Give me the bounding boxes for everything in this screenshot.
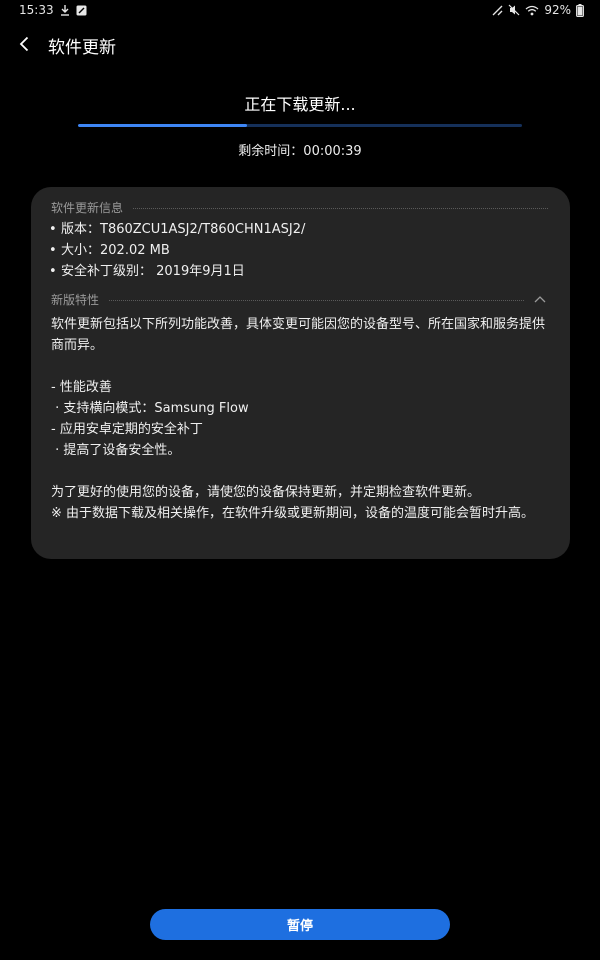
features-line: 为了更好的使用您的设备，请使您的设备保持更新，并定期检查软件更新。 [51,485,481,500]
nfc-icon [492,5,503,16]
remaining-time: 剩余时间：00:00:39 [238,144,362,159]
info-section-title: 软件更新信息 [51,200,124,215]
battery-icon [576,3,584,17]
back-arrow-icon [19,36,29,56]
features-section-title: 新版特性 [51,292,100,307]
notification-icon [76,5,87,16]
list-item-size: • 大小：202.02 MB [49,243,170,258]
features-line: ※ 由于数据下载及相关操作，在软件升级或更新期间，设备的温度可能会暂时升高。 [51,506,535,521]
download-progress-fill [78,124,247,127]
battery-percent: 92% [544,3,571,17]
list-item-version: • 版本：T860ZCU1ASJ2/T860CHN1ASJ2/ [49,222,306,237]
app-header: 软件更新 [0,28,600,64]
size-text: 大小：202.02 MB [61,243,170,258]
status-bar: 15:33 92% [0,0,600,22]
status-bar-right: 92% [492,3,584,17]
download-icon [60,4,70,16]
features-line: · 提高了设备安全性。 [51,443,181,458]
mute-icon [508,4,520,16]
section-divider [109,299,524,301]
pause-button[interactable]: 暂停 [150,909,450,940]
features-line: - 应用安卓定期的安全补丁 [51,422,203,437]
status-time: 15:33 [19,3,54,17]
status-bar-left: 15:33 [19,3,87,17]
download-progress-bar [78,124,522,127]
wifi-icon [525,5,539,16]
update-info-list: • 版本：T860ZCU1ASJ2/T860CHN1ASJ2/ • 大小：202.0… [49,219,305,282]
security-patch-text: 安全补丁级别： 2019年9月1日 [61,264,245,279]
download-status-text: 正在下载更新... [244,95,356,114]
features-description: 软件更新包括以下所列功能改善，具体变更可能因您的设备型号、所在国家和服务提供商而… [51,314,556,524]
features-line: 软件更新包括以下所列功能改善，具体变更可能因您的设备型号、所在国家和服务提供商而… [51,317,546,353]
page-title: 软件更新 [48,38,116,58]
features-line: - 性能改善 [51,380,112,395]
chevron-up-icon[interactable] [532,292,548,306]
features-line: · 支持横向模式：Samsung Flow [51,401,249,416]
version-text: 版本：T860ZCU1ASJ2/T860CHN1ASJ2/ [61,222,306,237]
software-update-screen: 15:33 92% 软件更新 正在下载更新... 剩余时间：00:00:39 软… [0,0,600,960]
info-section-header: 软件更新信息 [51,198,548,216]
update-info-card: 软件更新信息 • 版本：T860ZCU1ASJ2/T860CHN1ASJ2/ • 大… [31,187,570,559]
list-item-security-patch: • 安全补丁级别： 2019年9月1日 [49,264,245,279]
features-section-header[interactable]: 新版特性 [51,290,548,308]
section-divider [133,207,548,209]
back-button[interactable] [12,32,36,60]
